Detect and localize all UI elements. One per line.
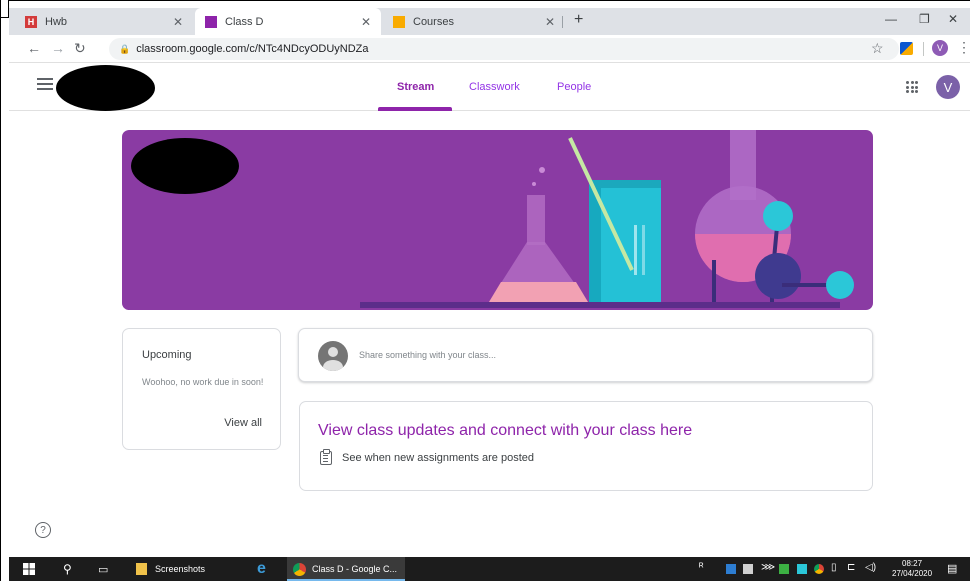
new-tab-button[interactable]: + xyxy=(574,11,583,29)
extension-icon[interactable] xyxy=(900,42,913,55)
tab-title: Courses xyxy=(413,15,454,28)
classroom-favicon-icon xyxy=(205,15,217,28)
user-avatar-icon xyxy=(318,341,348,371)
browser-tab-strip: H Hwb ✕ Class D ✕ Courses ✕ + — ❐ ✕ xyxy=(9,8,970,35)
tab-title: Hwb xyxy=(45,15,68,28)
browser-toolbar: ← → ↻ 🔒 classroom.google.com/c/NTc4NDcyO… xyxy=(9,35,970,63)
view-all-link[interactable]: View all xyxy=(224,417,262,429)
browser-tab-hwb[interactable]: H Hwb ✕ xyxy=(15,8,193,35)
tab-stream[interactable]: Stream xyxy=(397,81,434,93)
network-icon[interactable]: ⋙ xyxy=(761,562,775,573)
address-bar[interactable]: 🔒 classroom.google.com/c/NTc4NDcyODUyNDZ… xyxy=(109,38,899,60)
reload-icon[interactable]: ↻ xyxy=(74,40,86,57)
clock-date: 27/04/2020 xyxy=(892,569,933,578)
updates-row-text: See when new assignments are posted xyxy=(342,452,535,464)
clock-time: 08:27 xyxy=(902,559,923,568)
profile-avatar[interactable]: V xyxy=(932,40,948,56)
screenshot-border-top xyxy=(0,0,970,8)
url-text: classroom.google.com/c/NTc4NDcyODUyNDZa xyxy=(136,43,369,55)
browser-tab-courses[interactable]: Courses ✕ xyxy=(383,8,565,35)
tray-app-icon[interactable] xyxy=(779,564,789,574)
tab-title: Class D xyxy=(225,15,264,28)
class-banner xyxy=(122,130,873,310)
upcoming-title: Upcoming xyxy=(142,349,192,361)
upcoming-message: Woohoo, no work due in soon! xyxy=(142,377,264,387)
tray-app-icon[interactable] xyxy=(743,564,753,574)
wifi-icon[interactable]: ⊏ xyxy=(847,562,855,573)
notifications-icon[interactable]: ▤ xyxy=(947,562,957,575)
minimize-icon[interactable]: — xyxy=(885,12,897,26)
account-avatar[interactable]: V xyxy=(936,75,960,99)
taskbar-item-chrome[interactable]: Class D - Google C... xyxy=(287,557,405,581)
updates-heading: View class updates and connect with your… xyxy=(318,422,693,439)
taskbar-label: Screenshots xyxy=(155,564,206,574)
internet-explorer-icon[interactable]: e xyxy=(257,557,266,581)
people-icon[interactable]: ᴿ xyxy=(699,562,704,573)
bookmark-star-icon[interactable]: ☆ xyxy=(871,40,884,57)
classroom-header: Stream Classwork People V xyxy=(9,63,970,111)
tab-classwork[interactable]: Classwork xyxy=(469,81,520,93)
screenshot-border-notch xyxy=(0,0,9,18)
chrome-icon xyxy=(293,562,306,576)
help-icon[interactable]: ? xyxy=(35,522,51,538)
lock-icon: 🔒 xyxy=(119,43,131,54)
folder-icon xyxy=(136,563,147,575)
active-tab-indicator xyxy=(378,107,452,111)
windows-start-icon[interactable] xyxy=(23,557,35,581)
restore-icon[interactable]: ❐ xyxy=(919,12,930,26)
science-illustration xyxy=(360,130,854,308)
browser-menu-icon[interactable]: ⋮ xyxy=(957,39,970,56)
browser-tab-class-d[interactable]: Class D ✕ xyxy=(195,8,381,35)
battery-icon[interactable]: ▯ xyxy=(831,562,837,573)
share-placeholder[interactable]: Share something with your class... xyxy=(359,350,496,360)
tray-app-icon[interactable] xyxy=(726,564,736,574)
tab-people[interactable]: People xyxy=(557,81,591,93)
close-tab-icon[interactable]: ✕ xyxy=(361,15,371,29)
taskbar-item-screenshots[interactable]: Screenshots xyxy=(136,557,205,581)
forward-arrow-icon[interactable]: → xyxy=(51,40,65,56)
tab-separator xyxy=(562,16,563,28)
toolbar-separator xyxy=(923,42,924,56)
close-tab-icon[interactable]: ✕ xyxy=(173,15,183,29)
class-updates-card: View class updates and connect with your… xyxy=(299,401,873,491)
search-icon[interactable]: ⚲ xyxy=(63,557,72,581)
close-window-icon[interactable]: ✕ xyxy=(948,12,958,26)
tray-app-icon[interactable] xyxy=(797,564,807,574)
back-arrow-icon[interactable]: ← xyxy=(27,40,41,56)
windows-taskbar: ⚲ ▭ Screenshots e Class D - Google C... … xyxy=(9,557,970,581)
updates-row: See when new assignments are posted xyxy=(320,449,535,465)
task-view-icon[interactable]: ▭ xyxy=(98,557,108,581)
classroom-favicon-icon xyxy=(393,15,405,28)
main-menu-icon[interactable] xyxy=(37,78,53,90)
close-tab-icon[interactable]: ✕ xyxy=(545,15,555,29)
taskbar-label: Class D - Google C... xyxy=(312,564,398,574)
system-clock[interactable]: 08:27 27/04/2020 xyxy=(892,559,932,579)
chrome-tray-icon[interactable] xyxy=(814,564,824,574)
redacted-class-name xyxy=(56,65,155,111)
volume-icon[interactable]: ◁) xyxy=(865,562,876,573)
upcoming-card: Upcoming Woohoo, no work due in soon! Vi… xyxy=(122,328,281,450)
share-announcement-box[interactable]: Share something with your class... xyxy=(298,328,873,382)
clipboard-icon xyxy=(320,449,332,465)
screenshot-border-left xyxy=(0,0,9,581)
hwb-favicon-icon: H xyxy=(25,15,37,28)
google-apps-icon[interactable] xyxy=(906,81,918,93)
